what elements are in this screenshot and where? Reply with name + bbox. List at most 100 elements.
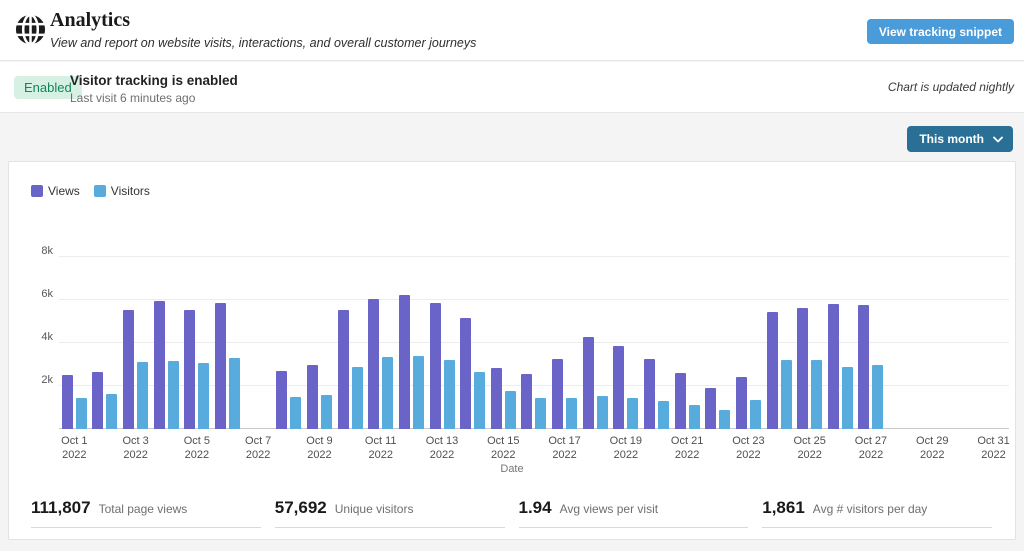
bar-visitors-oct-1[interactable] <box>76 398 87 429</box>
stat-label: Unique visitors <box>335 502 414 516</box>
x-tick-label-oct-7: Oct 72022 <box>245 434 271 462</box>
stat-label: Avg views per visit <box>560 502 658 516</box>
bar-views-oct-18[interactable] <box>583 337 594 429</box>
day-slot-oct-28 <box>886 243 917 429</box>
bar-views-oct-4[interactable] <box>154 301 165 429</box>
day-slot-oct-18 <box>580 243 611 429</box>
bar-slots: Oct 12022Oct 32022Oct 52022Oct 72022Oct … <box>59 243 1009 429</box>
bar-visitors-oct-17[interactable] <box>566 398 577 429</box>
bar-visitors-oct-22[interactable] <box>719 410 730 429</box>
bar-views-oct-22[interactable] <box>705 388 716 429</box>
period-dropdown[interactable]: This month <box>907 126 1013 152</box>
day-slot-oct-27: Oct 272022 <box>856 243 887 429</box>
bar-views-oct-1[interactable] <box>62 375 73 429</box>
bar-views-oct-21[interactable] <box>675 373 686 429</box>
bar-views-oct-12[interactable] <box>399 295 410 429</box>
bar-visitors-oct-15[interactable] <box>505 391 516 429</box>
bar-visitors-oct-14[interactable] <box>474 372 485 429</box>
stat-label: Total page views <box>99 502 188 516</box>
bar-visitors-oct-6[interactable] <box>229 358 240 429</box>
day-slot-oct-21: Oct 212022 <box>672 243 703 429</box>
bar-views-oct-17[interactable] <box>552 359 563 429</box>
bar-views-oct-20[interactable] <box>644 359 655 429</box>
bar-views-oct-11[interactable] <box>368 299 379 429</box>
x-tick-label-oct-27: Oct 272022 <box>855 434 887 462</box>
bar-visitors-oct-2[interactable] <box>106 394 117 429</box>
chart-update-note: Chart is updated nightly <box>888 80 1014 94</box>
globe-icon <box>14 13 47 46</box>
legend-item-views[interactable]: Views <box>31 184 80 198</box>
x-tick-label-oct-25: Oct 252022 <box>793 434 825 462</box>
bar-visitors-oct-4[interactable] <box>168 361 179 429</box>
day-slot-oct-25: Oct 252022 <box>794 243 825 429</box>
y-tick-label: 8k <box>35 245 53 257</box>
bar-views-oct-15[interactable] <box>491 368 502 429</box>
view-tracking-snippet-button[interactable]: View tracking snippet <box>867 19 1014 44</box>
bar-views-oct-24[interactable] <box>767 312 778 429</box>
bar-views-oct-19[interactable] <box>613 346 624 429</box>
bar-visitors-oct-20[interactable] <box>658 401 669 429</box>
stat-value: 1,861 <box>762 498 805 518</box>
bar-visitors-oct-16[interactable] <box>535 398 546 429</box>
x-tick-label-oct-1: Oct 12022 <box>61 434 87 462</box>
stat-value: 111,807 <box>31 498 91 518</box>
bar-visitors-oct-19[interactable] <box>627 398 638 429</box>
chart-legend: Views Visitors <box>31 184 150 198</box>
x-tick-label-oct-23: Oct 232022 <box>732 434 764 462</box>
day-slot-oct-29: Oct 292022 <box>917 243 948 429</box>
bar-views-oct-3[interactable] <box>123 310 134 429</box>
day-slot-oct-14 <box>457 243 488 429</box>
bar-views-oct-25[interactable] <box>797 308 808 429</box>
bar-views-oct-8[interactable] <box>276 371 287 429</box>
bar-visitors-oct-8[interactable] <box>290 397 301 429</box>
bar-visitors-oct-18[interactable] <box>597 396 608 429</box>
day-slot-oct-2 <box>90 243 121 429</box>
bar-views-oct-5[interactable] <box>184 310 195 429</box>
bar-visitors-oct-5[interactable] <box>198 363 209 429</box>
x-tick-label-oct-19: Oct 192022 <box>610 434 642 462</box>
bar-views-oct-6[interactable] <box>215 303 226 429</box>
day-slot-oct-17: Oct 172022 <box>549 243 580 429</box>
x-tick-label-oct-3: Oct 32022 <box>122 434 148 462</box>
bar-visitors-oct-3[interactable] <box>137 362 148 429</box>
y-tick-label: 6k <box>35 288 53 300</box>
day-slot-oct-20 <box>641 243 672 429</box>
x-tick-label-oct-5: Oct 52022 <box>184 434 210 462</box>
legend-item-visitors[interactable]: Visitors <box>94 184 150 198</box>
bar-views-oct-27[interactable] <box>858 305 869 429</box>
bar-views-oct-10[interactable] <box>338 310 349 429</box>
bar-visitors-oct-21[interactable] <box>689 405 700 429</box>
y-tick-label: 2k <box>35 374 53 386</box>
bar-visitors-oct-27[interactable] <box>872 365 883 430</box>
bar-visitors-oct-25[interactable] <box>811 360 822 429</box>
day-slot-oct-23: Oct 232022 <box>733 243 764 429</box>
day-slot-oct-4 <box>151 243 182 429</box>
bar-views-oct-16[interactable] <box>521 374 532 429</box>
bar-views-oct-23[interactable] <box>736 377 747 429</box>
day-slot-oct-15: Oct 152022 <box>488 243 519 429</box>
bar-visitors-oct-24[interactable] <box>781 360 792 429</box>
legend-swatch-views <box>31 185 43 197</box>
bar-visitors-oct-11[interactable] <box>382 357 393 429</box>
day-slot-oct-6 <box>212 243 243 429</box>
bar-visitors-oct-9[interactable] <box>321 395 332 429</box>
x-tick-label-oct-21: Oct 212022 <box>671 434 703 462</box>
bar-visitors-oct-26[interactable] <box>842 367 853 429</box>
bar-views-oct-13[interactable] <box>430 303 441 429</box>
legend-swatch-visitors <box>94 185 106 197</box>
bar-views-oct-9[interactable] <box>307 365 318 430</box>
bar-visitors-oct-10[interactable] <box>352 367 363 429</box>
bar-visitors-oct-23[interactable] <box>750 400 761 429</box>
summary-stats-row: 111,807Total page views57,692Unique visi… <box>31 498 992 528</box>
bar-visitors-oct-13[interactable] <box>444 360 455 429</box>
bar-views-oct-26[interactable] <box>828 304 839 429</box>
status-last-visit: Last visit 6 minutes ago <box>70 91 195 105</box>
bar-visitors-oct-12[interactable] <box>413 356 424 429</box>
x-axis-title: Date <box>9 463 1015 475</box>
day-slot-oct-10 <box>335 243 366 429</box>
stat-value: 1.94 <box>519 498 552 518</box>
bar-views-oct-14[interactable] <box>460 318 471 429</box>
day-slot-oct-5: Oct 52022 <box>182 243 213 429</box>
bar-views-oct-2[interactable] <box>92 372 103 429</box>
status-bar: Enabled Visitor tracking is enabled Last… <box>0 62 1024 113</box>
